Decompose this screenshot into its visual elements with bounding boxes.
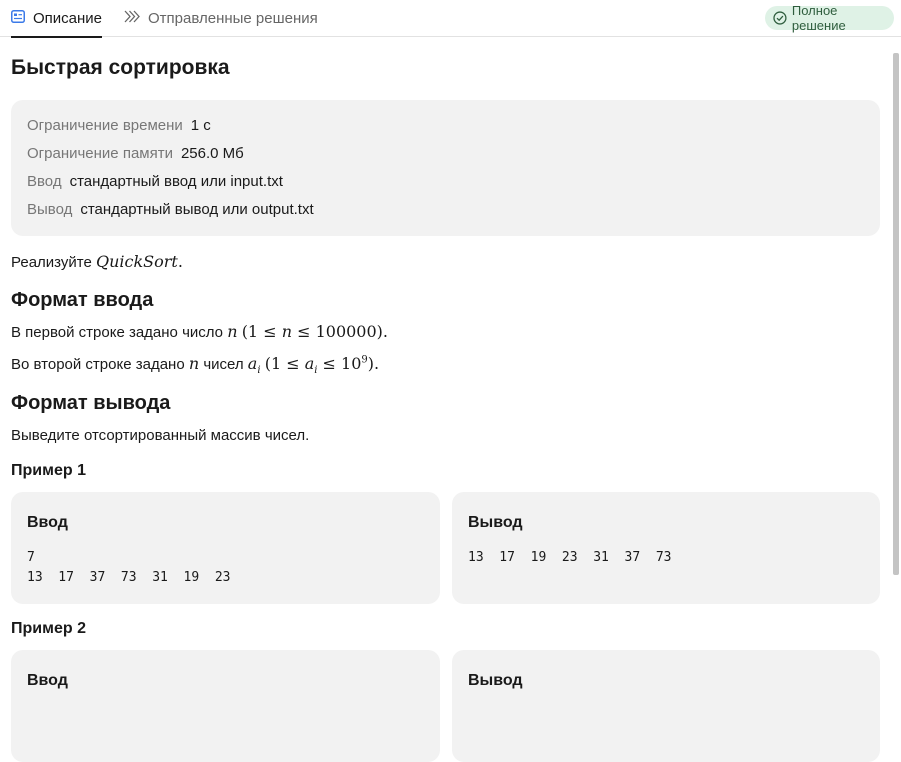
example-input-label: Ввод [27, 514, 68, 531]
chevrons-right-icon [124, 10, 140, 27]
limit-value: 256.0 Мб [180, 145, 244, 162]
example-2-output-card: Вывод [452, 650, 880, 762]
check-circle-icon [773, 11, 787, 25]
limit-value: 1 с [190, 117, 211, 134]
tab-description-label: Описание [33, 10, 103, 27]
example-input-label: Ввод [27, 672, 68, 689]
example-2-title: Пример 2 [11, 620, 86, 637]
description-icon [11, 10, 25, 27]
input-format-title: Формат ввода [11, 289, 154, 311]
output-format-text: Выведите отсортированный массив чисел. [11, 427, 310, 444]
status-badge-label: Полное решение [791, 3, 846, 33]
limit-row: Ввод стандартный ввод или input.txt [27, 170, 864, 198]
example-output-label: Вывод [468, 672, 523, 689]
output-format-title: Формат вывода [11, 392, 171, 414]
limit-label: Ограничение времени [27, 117, 183, 134]
example-input-code[interactable]: 7 13 17 37 73 31 19 23 [27, 548, 424, 588]
example-1-output-card: Вывод 13 17 19 23 31 37 73 [452, 492, 880, 604]
statement-prefix: Реализуйте [11, 254, 96, 271]
top-tab-bar: Описание Отправленные решения Полное реш… [0, 0, 901, 38]
problem-title: Быстрая сортировка [11, 56, 230, 79]
example-2-input-card: Ввод [11, 650, 440, 762]
limit-label: Ограничение памяти [27, 145, 173, 162]
example-1-title: Пример 1 [11, 462, 86, 479]
limit-row: Ограничение памяти 256.0 Мб [27, 142, 864, 170]
tab-description[interactable]: Описание [11, 0, 103, 38]
status-badge: Полное решение [765, 3, 894, 33]
limit-value: стандартный ввод или input.txt [69, 173, 283, 190]
statement-text: Реализуйте QuickSort. [11, 252, 183, 271]
example-1-input-card: Ввод 7 13 17 37 73 31 19 23 [11, 492, 440, 604]
limit-row: Вывод стандартный вывод или output.txt [27, 198, 864, 226]
limit-value: стандартный вывод или output.txt [80, 201, 314, 218]
input-format-line-2: Во второй строке задано n чисел ai (1 ≤ … [11, 354, 380, 377]
example-output-label: Вывод [468, 514, 523, 531]
limit-row: Ограничение времени 1 с [27, 114, 864, 142]
limit-label: Вывод [27, 201, 73, 218]
tab-submissions[interactable]: Отправленные решения [124, 0, 318, 37]
input-line2-text-b: чисел [199, 356, 248, 373]
limits-card: Ограничение времени 1 с Ограничение памят… [11, 100, 880, 236]
limit-label: Ввод [27, 173, 62, 190]
scrollbar[interactable] [893, 53, 899, 575]
statement-math: QuickSort [95, 252, 178, 271]
input-line1-text: В первой строке задано число [11, 324, 228, 341]
input-line2-text-a: Во второй строке задано [11, 356, 189, 373]
input-format-line-1: В первой строке задано число n (1 ≤ n ≤ … [11, 322, 388, 341]
example-output-code[interactable]: 13 17 19 23 31 37 73 [468, 548, 864, 568]
tab-submissions-label: Отправленные решения [148, 10, 318, 27]
